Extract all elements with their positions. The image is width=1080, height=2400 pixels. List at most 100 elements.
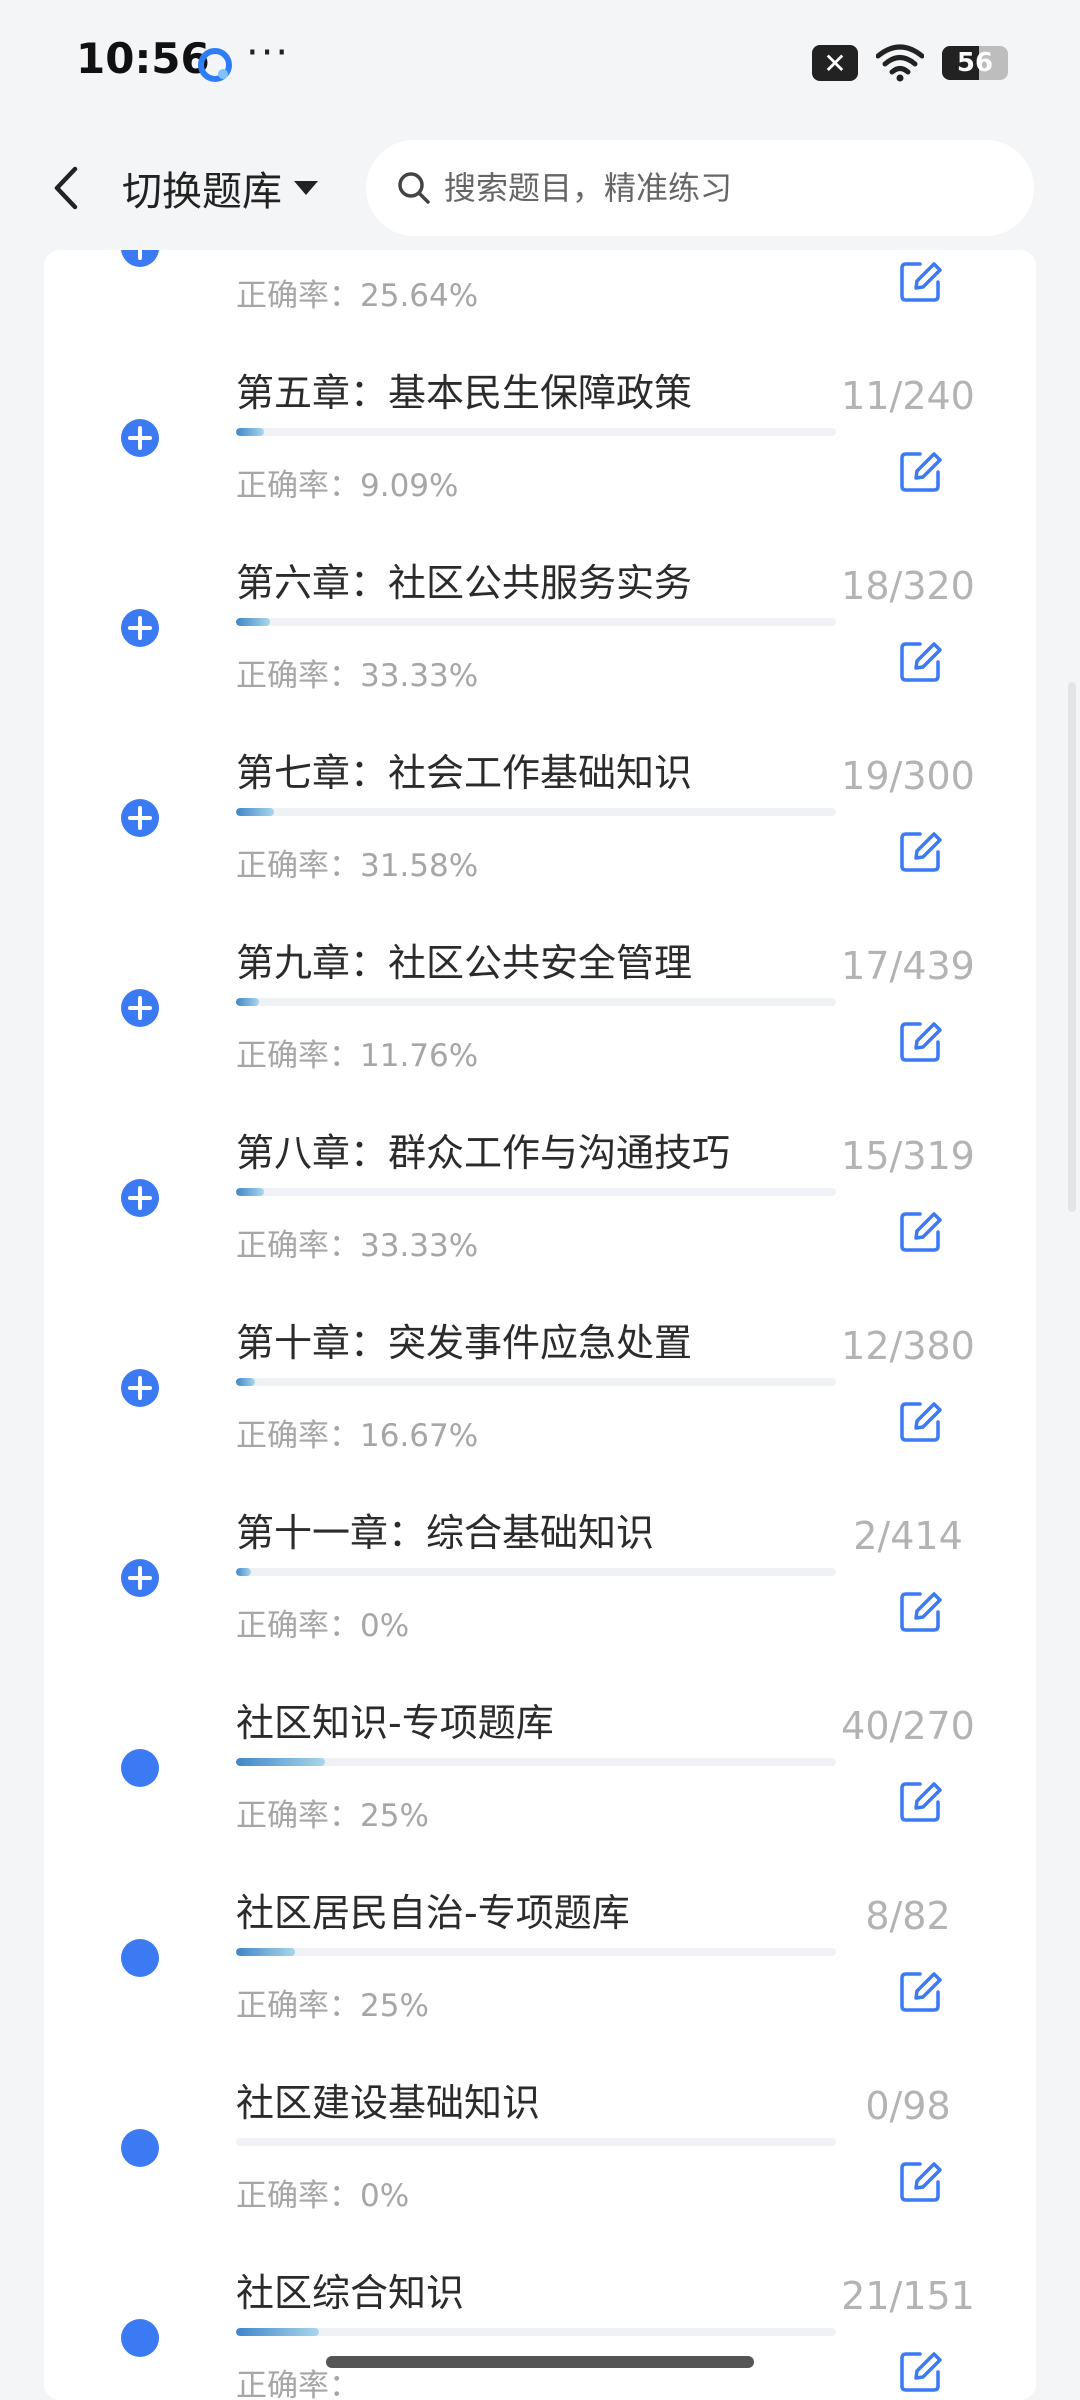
edit-icon[interactable] [898,638,944,684]
more-notifications-icon: ··· [246,30,291,76]
chapter-title: 第十一章：综合基础知识 [236,1511,655,1555]
progress-fill [236,1188,265,1196]
chapter-row[interactable]: 社区综合知识 正确率： 21/151 [44,2238,1036,2400]
chapter-title: 第五章：基本民生保障政策 [236,371,693,415]
status-time: 10:56 [76,34,210,83]
caret-down-icon [294,181,318,195]
chapter-title: 社区建设基础知识 [236,2081,541,2125]
chevron-left-icon [54,166,78,210]
progress-bar [236,1378,836,1386]
accuracy-rate: 正确率：25.64% [236,278,479,314]
edit-icon[interactable] [898,1398,944,1444]
progress-bar [236,998,836,1006]
progress-fill [236,428,264,436]
question-count: 40/270 [841,1704,975,1748]
chapter-row[interactable]: 社区建设基础知识 正确率：0% 0/98 [44,2048,1036,2238]
progress-bar [236,2328,836,2336]
wifi-icon [876,44,924,82]
chapter-title: 第九章：社区公共安全管理 [236,941,693,985]
chapter-row[interactable]: 第五章：基本民生保障政策 正确率：9.09% 11/240 [44,338,1036,528]
chapter-title: 社区知识-专项题库 [236,1701,554,1745]
accuracy-rate: 正确率：16.67% [236,1418,479,1454]
question-count: 12/380 [841,1324,975,1368]
plus-circle-icon[interactable] [120,1178,160,1218]
plus-circle-icon[interactable] [120,250,160,268]
chapter-title: 第八章：群众工作与沟通技巧 [236,1131,731,1175]
progress-fill [236,808,274,816]
header: 切换题库 [0,126,1080,250]
chapter-title: 第六章：社区公共服务实务 [236,561,693,605]
edit-icon[interactable] [898,1778,944,1824]
edit-icon[interactable] [898,2158,944,2204]
status-bar: 10:56 ··· ✕ 56 [0,0,1080,126]
progress-fill [236,1378,256,1386]
progress-fill [236,1568,251,1576]
plus-circle-icon[interactable] [120,608,160,648]
home-indicator[interactable] [326,2356,754,2368]
accuracy-rate: 正确率：25% [236,1988,429,2024]
accuracy-rate: 正确率：0% [236,2178,410,2214]
chapter-row[interactable]: 第九章：社区公共安全管理 正确率：11.76% 17/439 [44,908,1036,1098]
accuracy-rate: 正确率：0% [236,1608,410,1644]
chapter-row[interactable]: 第十一章：综合基础知识 正确率：0% 2/414 [44,1478,1036,1668]
sim-off-icon: ✕ [812,45,858,81]
progress-bar [236,1948,836,1956]
question-count: 0/98 [865,2084,951,2128]
search-box[interactable] [366,140,1034,236]
edit-icon[interactable] [898,1208,944,1254]
chapter-row[interactable]: 第七章：社会工作基础知识 正确率：31.58% 19/300 [44,718,1036,908]
chapter-list-inner: 第四章：社区工作常用法律法规 正确率：25.64% 39/795 第五章：基本民… [44,250,1036,2400]
edit-icon[interactable] [898,448,944,494]
progress-bar [236,1568,836,1576]
edit-icon[interactable] [898,828,944,874]
progress-bar [236,808,836,816]
status-icons: ✕ 56 [812,44,1008,82]
dot-icon[interactable] [120,1938,160,1978]
question-count: 21/151 [841,2274,975,2318]
progress-bar [236,618,836,626]
question-count: 8/82 [865,1894,951,1938]
edit-icon[interactable] [898,1018,944,1064]
progress-fill [236,618,270,626]
edit-icon[interactable] [898,258,944,304]
edit-icon[interactable] [898,1588,944,1634]
progress-fill [236,2328,320,2336]
question-count: 17/439 [841,944,975,988]
dot-icon[interactable] [120,2318,160,2358]
plus-circle-icon[interactable] [120,418,160,458]
accuracy-rate: 正确率：33.33% [236,658,479,694]
plus-circle-icon[interactable] [120,1558,160,1598]
chapter-row[interactable]: 社区居民自治-专项题库 正确率：25% 8/82 [44,1858,1036,2048]
progress-fill [236,1758,325,1766]
accuracy-rate: 正确率：25% [236,1798,429,1834]
edit-icon[interactable] [898,1968,944,2014]
app-notification-icon [198,48,232,82]
progress-fill [236,998,260,1006]
chapter-title: 社区居民自治-专项题库 [236,1891,630,1935]
accuracy-rate: 正确率：33.33% [236,1228,479,1264]
dot-icon[interactable] [120,1748,160,1788]
plus-circle-icon[interactable] [120,988,160,1028]
edit-icon[interactable] [898,2348,944,2394]
chapter-row[interactable]: 社区知识-专项题库 正确率：25% 40/270 [44,1668,1036,1858]
accuracy-rate: 正确率：31.58% [236,848,479,884]
chapter-title: 第七章：社会工作基础知识 [236,751,693,795]
plus-circle-icon[interactable] [120,1368,160,1408]
progress-fill [236,1948,295,1956]
search-icon [398,172,430,204]
dot-icon[interactable] [120,2128,160,2168]
question-count: 11/240 [841,374,975,418]
back-button[interactable] [38,156,94,220]
progress-bar [236,2138,836,2146]
chapter-row[interactable]: 第六章：社区公共服务实务 正确率：33.33% 18/320 [44,528,1036,718]
battery-icon: 56 [942,46,1008,80]
chapter-row[interactable]: 第十章：突发事件应急处置 正确率：16.67% 12/380 [44,1288,1036,1478]
chapter-row[interactable]: 第八章：群众工作与沟通技巧 正确率：33.33% 15/319 [44,1098,1036,1288]
search-input[interactable] [442,168,1006,208]
plus-circle-icon[interactable] [120,798,160,838]
page: 10:56 ··· ✕ 56 切换题库 搜索题目，精准练习 正确率：25.64%… [0,0,1080,2400]
switch-library-button[interactable]: 切换题库 [122,156,320,220]
scrollbar[interactable] [1068,682,1076,1212]
chapter-row[interactable]: 第四章：社区工作常用法律法规 正确率：25.64% 39/795 [44,250,1036,338]
progress-bar [236,428,836,436]
